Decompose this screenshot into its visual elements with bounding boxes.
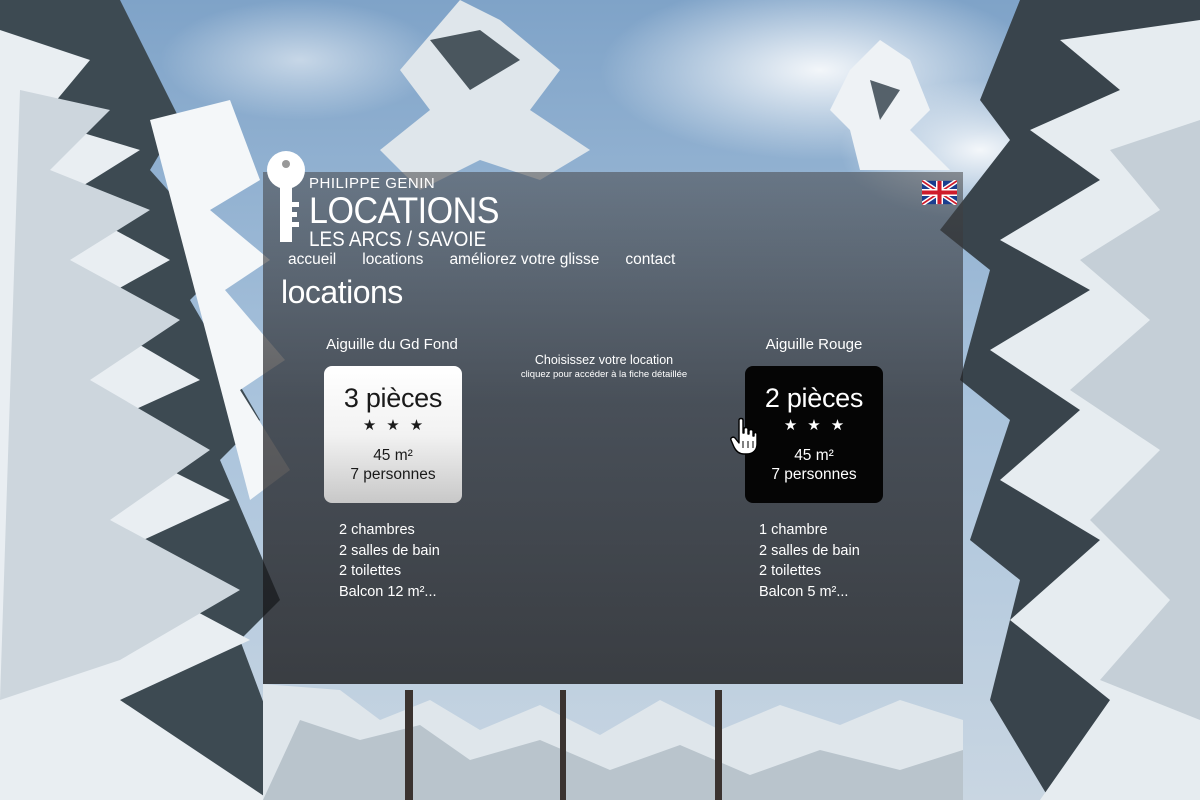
feature-item: Balcon 12 m²... — [339, 583, 437, 600]
listing-card[interactable]: 3 pièces ★★★ 45 m² 7 personnes — [324, 366, 462, 503]
nav-accueil[interactable]: accueil — [288, 251, 336, 269]
choose-hint-main: Choisissez votre location — [534, 353, 674, 367]
key-icon — [267, 151, 305, 242]
logo-owner-name: PHILIPPE GENIN — [309, 175, 436, 192]
feature-item: 1 chambre — [759, 522, 828, 538]
feature-item: 2 salles de bain — [759, 542, 860, 559]
feature-item: 2 chambres — [339, 522, 415, 538]
listing-aiguille-du-gd-fond: Aiguille du Gd Fond 3 pièces ★★★ 45 m² 7… — [292, 336, 492, 600]
feature-item: 2 salles de bain — [339, 542, 440, 559]
choose-location-hint: Choisissez votre location cliquez pour a… — [490, 353, 718, 380]
feature-item: Balcon 5 m²... — [759, 583, 849, 600]
rating-stars-icon: ★★★ — [362, 417, 434, 434]
listing-capacity: 7 personnes — [771, 466, 857, 483]
rating-stars-icon: ★★★ — [783, 417, 855, 434]
listing-rooms: 2 pièces — [764, 383, 864, 413]
listing-name[interactable]: Aiguille du Gd Fond — [292, 336, 492, 353]
hand-pointer-cursor-icon — [730, 417, 758, 455]
feature-item: 2 toilettes — [759, 563, 822, 579]
feature-item: 2 toilettes — [339, 563, 402, 579]
nav-ameliorez-votre-glisse[interactable]: améliorez votre glisse — [449, 251, 599, 269]
listing-card[interactable]: 2 pièces ★★★ 45 m² 7 personnes — [745, 366, 883, 503]
site-logo[interactable]: PHILIPPE GENIN LOCATIONS LES ARCS / SAVO… — [309, 176, 516, 250]
logo-location: LES ARCS / SAVOIE — [309, 228, 487, 251]
nav-contact[interactable]: contact — [625, 251, 675, 269]
listing-features: 2 chambres 2 salles de bain 2 toilettes … — [339, 520, 440, 602]
logo-brand: LOCATIONS — [309, 190, 500, 231]
listing-area: 45 m² — [794, 447, 834, 464]
nav-locations[interactable]: locations — [362, 251, 423, 269]
listing-rooms: 3 pièces — [343, 383, 443, 413]
listing-area: 45 m² — [373, 447, 413, 464]
page-title: locations — [281, 274, 403, 310]
listing-aiguille-rouge: Aiguille Rouge 2 pièces ★★★ 45 m² 7 pers… — [714, 336, 914, 600]
listing-name[interactable]: Aiguille Rouge — [714, 336, 914, 353]
listing-capacity: 7 personnes — [350, 466, 436, 483]
uk-flag-icon[interactable] — [922, 180, 957, 205]
listing-features: 1 chambre 2 salles de bain 2 toilettes B… — [759, 520, 860, 602]
choose-hint-sub: cliquez pour accéder à la fiche détaillé… — [520, 369, 688, 380]
main-nav: accueil locations améliorez votre glisse… — [288, 251, 675, 269]
